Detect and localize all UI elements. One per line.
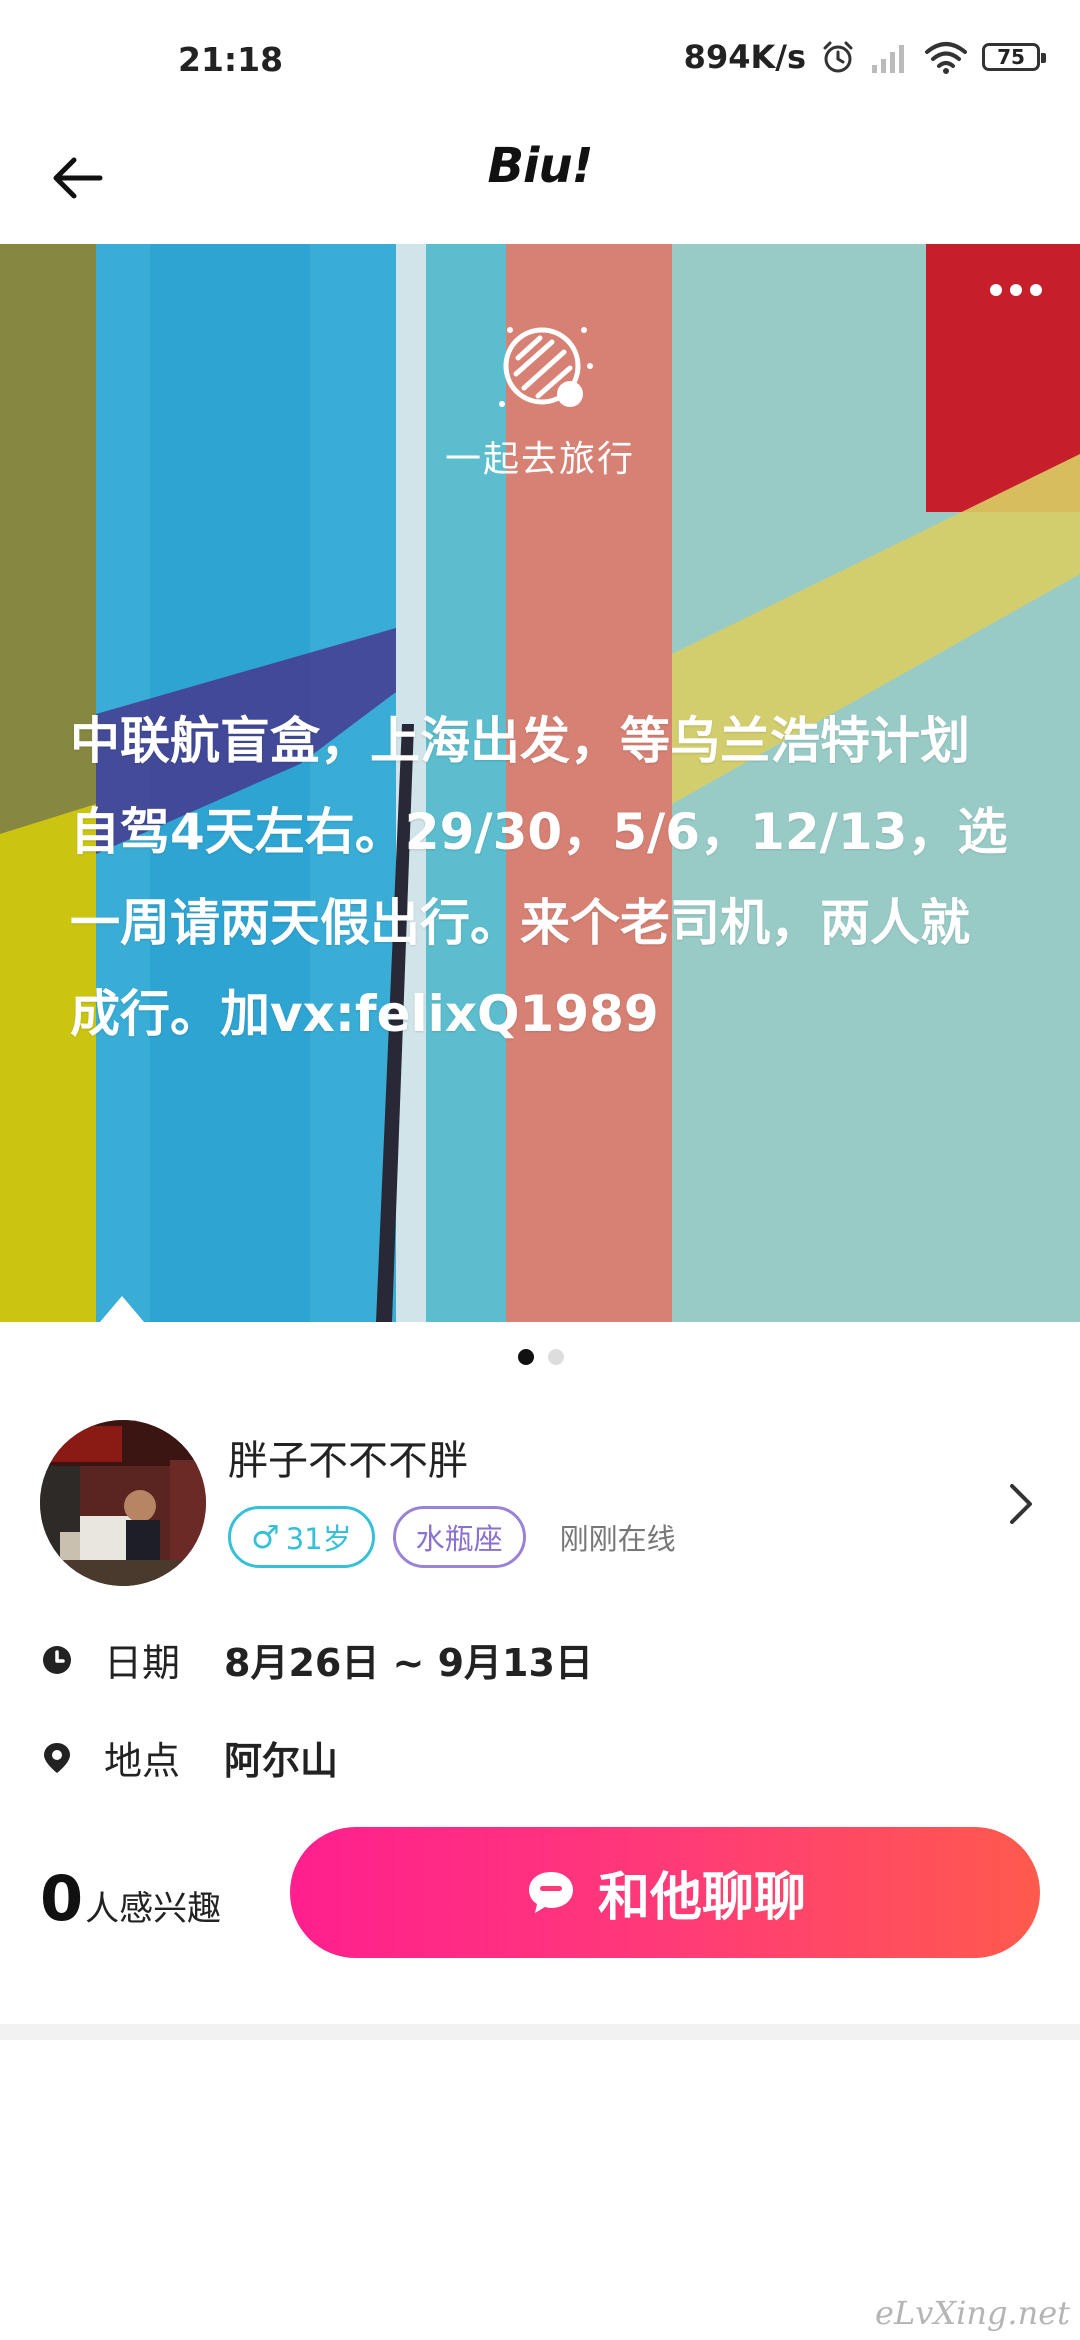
battery-level: 75 (997, 45, 1025, 69)
post-card[interactable]: 一起去旅行 中联航盲盒，上海出发，等乌兰浩特计划自驾4天左右。29/30，5/6… (0, 244, 1080, 1322)
status-right: 894K/s 75 (683, 38, 1046, 76)
user-tags: ♂ 31岁 水瓶座 刚刚在线 (228, 1506, 676, 1568)
online-status: 刚刚在线 (559, 1522, 676, 1556)
date-value: 8月26日 ~ 9月13日 (224, 1641, 593, 1685)
interest-number: 0 (40, 1862, 84, 1935)
location-label: 地点 (104, 1739, 181, 1783)
post-text: 中联航盲盒，上海出发，等乌兰浩特计划自驾4天左右。29/30，5/6，12/13… (70, 712, 1008, 1043)
location-row: 地点 阿尔山 (40, 1730, 338, 1785)
more-options-icon[interactable] (990, 284, 1042, 296)
male-icon: ♂ (251, 1518, 280, 1556)
date-label: 日期 (104, 1641, 181, 1685)
app-logo: Biu! (487, 138, 593, 194)
topic-label: 一起去旅行 (444, 439, 635, 480)
location-pin-icon (44, 1742, 70, 1773)
status-time: 21:18 (178, 40, 284, 79)
card-notch (100, 1296, 144, 1322)
pager-dot-active (518, 1349, 534, 1365)
zodiac-tag: 水瓶座 (392, 1506, 526, 1568)
chat-button-label: 和他聊聊 (597, 1868, 806, 1928)
signal-icon (872, 45, 904, 73)
avatar[interactable] (40, 1420, 206, 1586)
age-label: 31岁 (285, 1522, 352, 1556)
image-pager (518, 1349, 564, 1365)
status-bar: 21:18 894K/s 75 (0, 0, 1080, 120)
top-nav: Biu! (0, 120, 1080, 244)
battery-indicator: 75 (982, 43, 1046, 71)
watermark: eLvXing.net (875, 2294, 1070, 2332)
section-divider (0, 2024, 1080, 2040)
gender-age-tag: ♂ 31岁 (228, 1506, 375, 1568)
date-row: 日期 8月26日 ~ 9月13日 (40, 1632, 593, 1687)
chat-button[interactable]: 和他聊聊 (290, 1827, 1040, 1958)
clock-icon (43, 1645, 71, 1674)
chevron-right-icon[interactable] (1000, 1478, 1040, 1530)
chat-bubble-icon (528, 1871, 573, 1913)
user-name[interactable]: 胖子不不不胖 (228, 1428, 468, 1486)
interest-label: 人感兴趣 (85, 1889, 222, 1929)
network-speed: 894K/s (683, 38, 806, 76)
pager-dot (548, 1349, 564, 1365)
location-value: 阿尔山 (224, 1739, 339, 1783)
interest-count: 0 人感兴趣 (40, 1862, 221, 1935)
wifi-icon (925, 42, 967, 74)
travel-topic-icon (499, 327, 593, 407)
alarm-icon (823, 41, 853, 73)
